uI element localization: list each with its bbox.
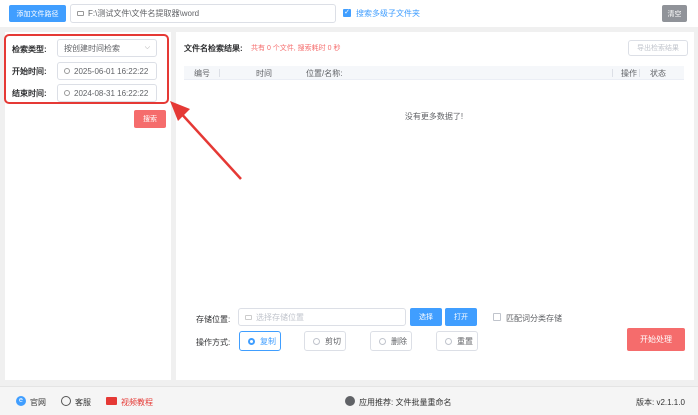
website-icon: e	[16, 396, 26, 406]
radio-copy-label: 复制	[260, 336, 276, 346]
search-subfolders-checkbox[interactable]: ✓	[343, 9, 351, 17]
storage-label: 存储位置:	[196, 315, 231, 324]
radio-dot	[313, 337, 320, 345]
recommend-icon	[345, 396, 355, 406]
path-input[interactable]: F:\测试文件\文件名提取器\word	[70, 4, 336, 23]
support-link[interactable]: 客服	[75, 397, 91, 408]
radio-reset-label: 重置	[457, 336, 473, 346]
open-button[interactable]: 打开	[445, 308, 477, 326]
storage-placeholder: 选择存储位置	[256, 312, 304, 322]
radio-reset[interactable]: 重置	[436, 331, 478, 351]
version-text: 版本: v2.1.1.0	[636, 398, 685, 407]
match-checkbox[interactable]	[493, 313, 501, 321]
operation-label: 操作方式:	[196, 338, 231, 347]
path-value: F:\测试文件\文件名提取器\word	[88, 9, 200, 18]
col-divider	[639, 69, 640, 77]
radio-dot	[379, 337, 386, 345]
end-time-input[interactable]: 2024-08-31 16:22:22	[57, 84, 157, 102]
radio-dot	[248, 337, 255, 345]
col-time: 时间	[256, 68, 272, 78]
end-time-label: 结束时间:	[12, 89, 47, 98]
clock-icon	[64, 90, 70, 96]
col-divider	[612, 69, 613, 77]
match-label[interactable]: 匹配词分类存储	[506, 313, 562, 324]
radio-dot	[445, 337, 452, 345]
arrow-shaft	[177, 109, 242, 180]
end-time-value: 2024-08-31 16:22:22	[74, 88, 149, 98]
radio-delete-label: 删除	[391, 336, 407, 346]
annotation-arrow	[170, 101, 242, 180]
support-icon	[61, 396, 71, 406]
video-link[interactable]: 视频教程	[121, 397, 153, 408]
start-process-button[interactable]: 开始处理	[627, 328, 685, 351]
radio-delete[interactable]: 删除	[370, 331, 412, 351]
search-type-select[interactable]: 按创建时间检索 ⌵	[57, 39, 157, 57]
folder-icon	[77, 11, 84, 16]
clear-button[interactable]: 清空	[662, 5, 687, 22]
col-number: 编号	[194, 68, 210, 78]
radio-copy[interactable]: 复制	[239, 331, 281, 351]
col-action: 操作	[621, 68, 637, 78]
search-subfolders-label[interactable]: 搜索多级子文件夹	[356, 8, 420, 19]
video-icon	[106, 397, 117, 405]
radio-cut-label: 剪切	[325, 336, 341, 346]
clock-icon	[64, 68, 70, 74]
export-button[interactable]: 导出检索结果	[628, 40, 688, 56]
start-time-input[interactable]: 2025-06-01 16:22:22	[57, 62, 157, 80]
radio-cut[interactable]: 剪切	[304, 331, 346, 351]
col-divider	[219, 69, 220, 77]
search-button[interactable]: 搜索	[134, 110, 166, 128]
add-path-button[interactable]: 添加文件路径	[9, 5, 66, 22]
folder-icon	[245, 314, 252, 320]
start-time-label: 开始时间:	[12, 67, 47, 76]
start-time-value: 2025-06-01 16:22:22	[74, 66, 149, 76]
empty-text: 没有更多数据了!	[404, 112, 464, 121]
arrow-head	[170, 101, 190, 121]
website-link[interactable]: 官网	[30, 397, 46, 408]
col-location: 位置/名称:	[306, 68, 343, 78]
search-type-value: 按创建时间检索	[64, 43, 120, 53]
choose-button[interactable]: 选择	[410, 308, 442, 326]
results-summary: 共有 0 个文件, 搜索耗时 0 秒	[251, 45, 341, 52]
search-type-label: 检索类型:	[12, 45, 47, 54]
col-status: 状态	[650, 68, 666, 78]
chevron-down-icon: ⌵	[144, 44, 150, 51]
recommend-link[interactable]: 应用推荐: 文件批量重命名	[359, 397, 451, 408]
results-table: 编号 时间 位置/名称: 操作 状态 没有更多数据了!	[184, 66, 684, 286]
results-title: 文件名检索结果:	[184, 44, 243, 53]
storage-input[interactable]: 选择存储位置	[238, 308, 406, 326]
table-header: 编号 时间 位置/名称: 操作 状态	[184, 66, 684, 80]
